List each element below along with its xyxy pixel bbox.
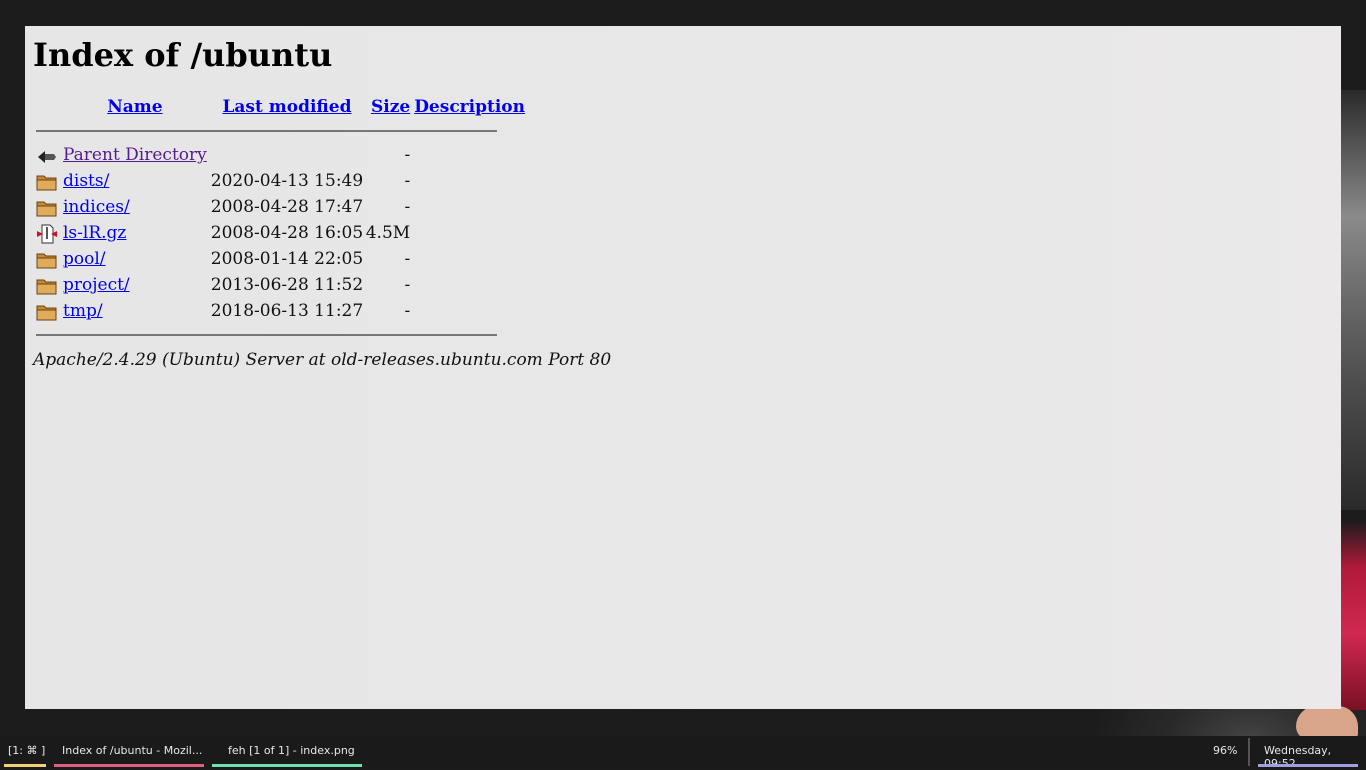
entry-link[interactable]: tmp/ xyxy=(63,301,103,321)
parent-directory-link[interactable]: Parent Directory xyxy=(63,145,207,165)
entry-link[interactable]: ls-lR.gz xyxy=(63,223,126,243)
entry-link[interactable]: indices/ xyxy=(63,197,130,217)
workspace-indicator[interactable]: [1: ⌘ ] xyxy=(8,744,45,757)
image-viewer-window: Index of /ubuntu Name Last modified Size… xyxy=(25,26,1341,709)
column-header-size: Size xyxy=(363,94,410,120)
status-bar: [1: ⌘ ] Index of /ubuntu - Mozil... feh … xyxy=(0,736,1366,770)
sort-by-description-link[interactable]: Description xyxy=(414,97,525,117)
parent-directory-icon xyxy=(38,150,56,163)
sort-by-date-link[interactable]: Last modified xyxy=(222,97,351,117)
wallpaper-art xyxy=(1296,706,1358,740)
table-row: dists/ 2020-04-13 15:49 - xyxy=(33,168,525,194)
folder-icon xyxy=(36,201,57,216)
server-signature: Apache/2.4.29 (Ubuntu) Server at old-rel… xyxy=(33,350,612,370)
task-underline xyxy=(54,764,204,767)
column-header-name: Name xyxy=(63,94,207,120)
table-row: indices/ 2008-04-28 17:47 - xyxy=(33,194,525,220)
compressed-file-icon xyxy=(37,224,57,243)
wallpaper-art xyxy=(1341,520,1366,710)
wallpaper-art xyxy=(1341,90,1366,510)
column-header-last-modified: Last modified xyxy=(207,94,363,120)
folder-icon xyxy=(36,175,57,190)
table-header-row: Name Last modified Size Description xyxy=(33,94,525,120)
taskbar-item-firefox[interactable]: Index of /ubuntu - Mozil... xyxy=(62,744,202,757)
entry-link[interactable]: dists/ xyxy=(63,171,109,191)
zoom-level: 96% xyxy=(1213,744,1238,757)
divider xyxy=(1248,738,1250,766)
page-title: Index of /ubuntu xyxy=(33,36,333,74)
directory-listing-page: Index of /ubuntu Name Last modified Size… xyxy=(33,26,611,370)
workspace-underline xyxy=(4,764,46,767)
entry-link[interactable]: project/ xyxy=(63,275,130,295)
table-row: Parent Directory - xyxy=(33,142,525,168)
table-row: tmp/ 2018-06-13 11:27 - xyxy=(33,298,525,324)
folder-icon xyxy=(36,279,57,294)
table-row: project/ 2013-06-28 11:52 - xyxy=(33,272,525,298)
task-underline xyxy=(212,764,362,767)
divider xyxy=(36,130,497,132)
sort-by-size-link[interactable]: Size xyxy=(371,97,410,117)
taskbar-item-feh[interactable]: feh [1 of 1] - index.png xyxy=(228,744,355,757)
table-row: ls-lR.gz 2008-04-28 16:05 4.5M xyxy=(33,220,525,246)
folder-icon xyxy=(36,305,57,320)
clock-underline xyxy=(1258,764,1358,767)
table-row: pool/ 2008-01-14 22:05 - xyxy=(33,246,525,272)
listing-table: Name Last modified Size Description Pare… xyxy=(33,94,525,346)
column-header-description: Description xyxy=(410,94,525,120)
entry-link[interactable]: pool/ xyxy=(63,249,106,269)
folder-icon xyxy=(36,253,57,268)
sort-by-name-link[interactable]: Name xyxy=(107,97,162,117)
divider xyxy=(36,334,497,336)
